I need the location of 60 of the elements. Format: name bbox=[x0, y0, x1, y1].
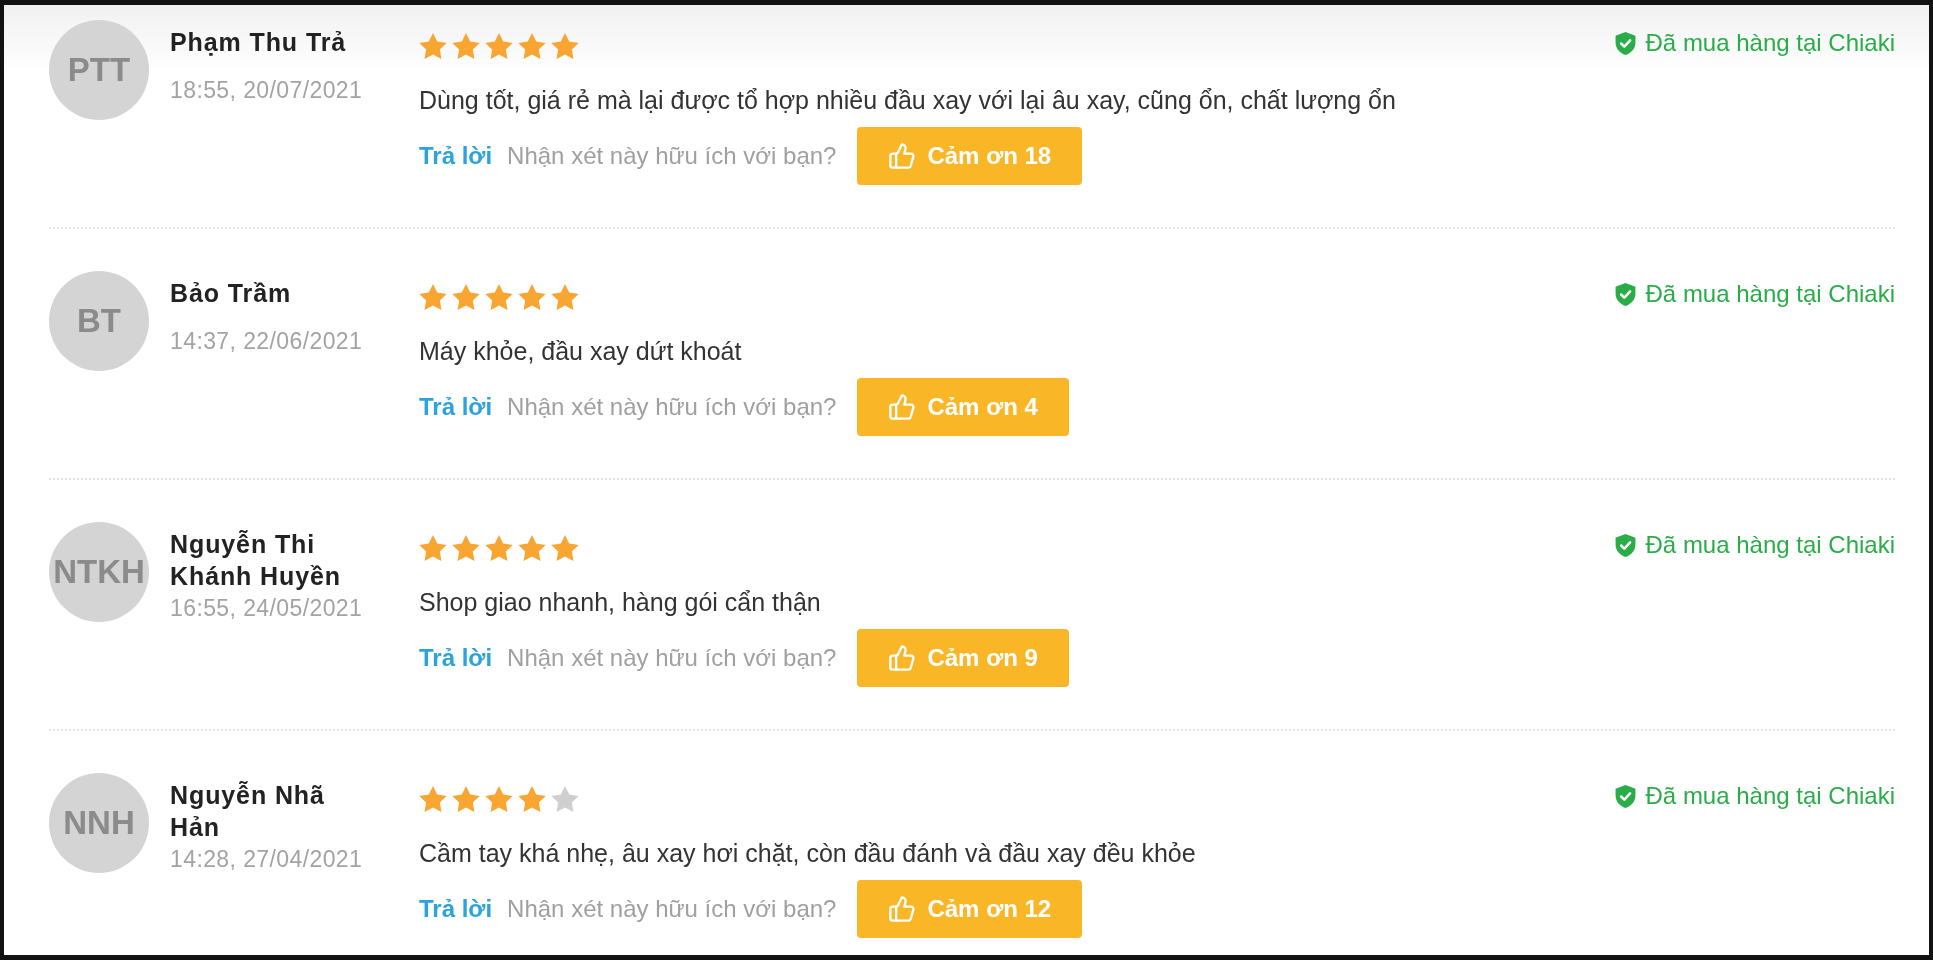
reviewer-name: Nguyễn Thi Khánh Huyền bbox=[170, 529, 343, 592]
reply-link[interactable]: Trả lời bbox=[419, 393, 493, 421]
star-icon bbox=[485, 786, 513, 812]
thanks-button[interactable]: Cảm ơn 9 bbox=[857, 629, 1069, 687]
thumbs-up-icon bbox=[888, 393, 917, 421]
empty-star-icon bbox=[551, 786, 579, 812]
star-icon bbox=[419, 284, 447, 310]
star-icon bbox=[452, 535, 480, 561]
star-icon bbox=[551, 33, 579, 59]
review-date: 16:55, 24/05/2021 bbox=[170, 594, 363, 623]
star-icon bbox=[452, 284, 480, 310]
verified-purchase-label: Đã mua hàng tại Chiaki bbox=[1645, 783, 1895, 809]
star-icon bbox=[452, 786, 480, 812]
review-date: 14:37, 22/06/2021 bbox=[170, 327, 363, 356]
star-icon bbox=[518, 786, 546, 812]
star-icon bbox=[518, 535, 546, 561]
review-comment: Máy khỏe, đầu xay dứt khoát bbox=[419, 336, 742, 366]
thumbs-up-icon bbox=[888, 142, 917, 170]
thanks-button[interactable]: Cảm ơn 18 bbox=[857, 127, 1083, 185]
verified-purchase-label: Đã mua hàng tại Chiaki bbox=[1645, 532, 1895, 558]
star-icon bbox=[485, 284, 513, 310]
verified-purchase-label: Đã mua hàng tại Chiaki bbox=[1645, 30, 1895, 56]
avatar: NNH bbox=[49, 773, 149, 873]
avatar: NTKH bbox=[49, 522, 149, 622]
avatar: PTT bbox=[49, 20, 149, 120]
star-icon bbox=[485, 535, 513, 561]
helpful-prompt: Nhận xét này hữu ích với bạn? bbox=[507, 393, 837, 421]
review-comment: Dùng tốt, giá rẻ mà lại được tổ hợp nhiều đầu xay với lại âu xay, cũng ổn, chất lượng ổn bbox=[419, 85, 1396, 115]
star-icon bbox=[419, 33, 447, 59]
star-icon bbox=[518, 33, 546, 59]
thumbs-up-icon bbox=[888, 644, 917, 672]
reviewer-name: Nguyễn Nhã Hản bbox=[170, 780, 326, 843]
star-icon bbox=[518, 284, 546, 310]
verified-purchase-label: Đã mua hàng tại Chiaki bbox=[1645, 281, 1895, 307]
thumbs-up-icon bbox=[888, 895, 917, 923]
helpful-prompt: Nhận xét này hữu ích với bạn? bbox=[507, 142, 837, 170]
helpful-prompt: Nhận xét này hữu ích với bạn? bbox=[507, 644, 837, 672]
reviewer-name: Phạm Thu Trả bbox=[170, 27, 347, 58]
star-icon bbox=[419, 786, 447, 812]
shield-check-icon bbox=[1614, 784, 1636, 808]
avatar: BT bbox=[49, 271, 149, 371]
shield-check-icon bbox=[1614, 282, 1636, 306]
shield-check-icon bbox=[1614, 533, 1636, 557]
reply-link[interactable]: Trả lời bbox=[419, 142, 493, 170]
star-icon bbox=[551, 535, 579, 561]
thanks-button[interactable]: Cảm ơn 4 bbox=[857, 378, 1069, 436]
review-comment: Cầm tay khá nhẹ, âu xay hơi chặt, còn đầu đánh và đầu xay đều khỏe bbox=[419, 838, 1196, 868]
reviewer-name: Bảo Trầm bbox=[170, 278, 292, 309]
reply-link[interactable]: Trả lời bbox=[419, 644, 493, 672]
star-icon bbox=[419, 535, 447, 561]
shield-check-icon bbox=[1614, 31, 1636, 55]
star-icon bbox=[485, 33, 513, 59]
review-date: 18:55, 20/07/2021 bbox=[170, 76, 363, 105]
helpful-prompt: Nhận xét này hữu ích với bạn? bbox=[507, 895, 837, 923]
star-icon bbox=[452, 33, 480, 59]
reply-link[interactable]: Trả lời bbox=[419, 895, 493, 923]
review-date: 14:28, 27/04/2021 bbox=[170, 845, 363, 874]
review-comment: Shop giao nhanh, hàng gói cẩn thận bbox=[419, 587, 821, 617]
thanks-button[interactable]: Cảm ơn 12 bbox=[857, 880, 1083, 938]
star-icon bbox=[551, 284, 579, 310]
